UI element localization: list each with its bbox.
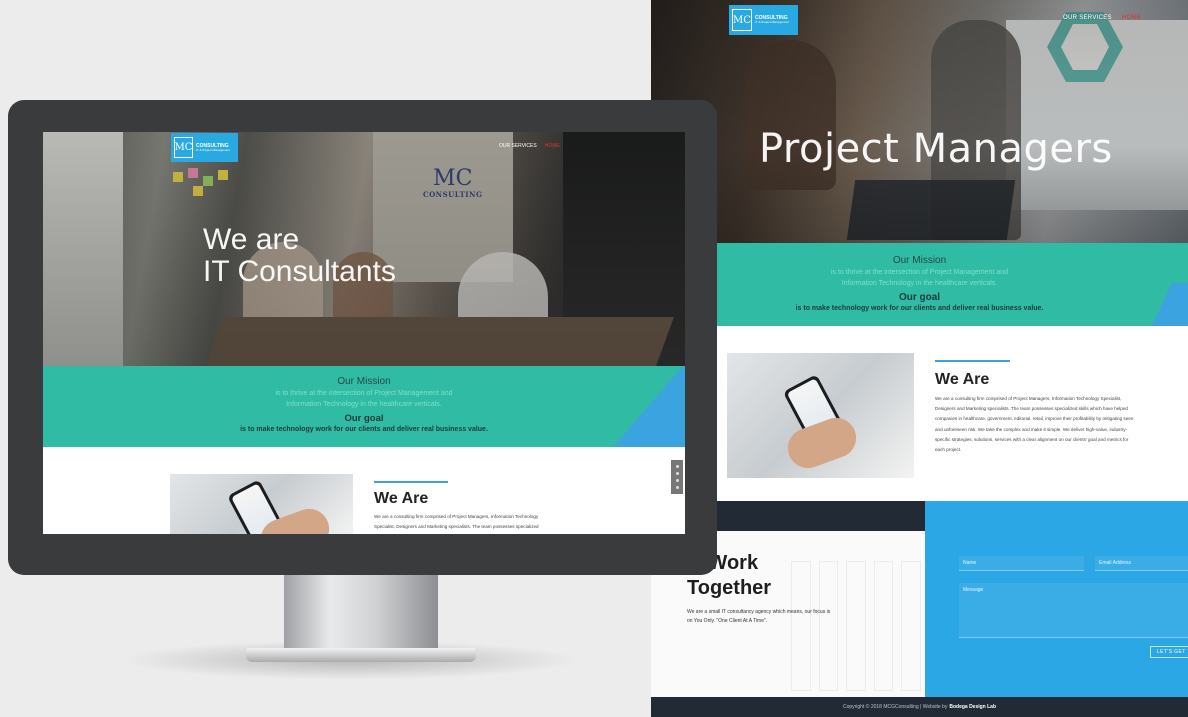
hero-title: We are IT Consultants (203, 224, 396, 288)
about-section: We Are We are a consulting firm comprise… (43, 447, 685, 534)
mission-text-line1: is to thrive at the intersection of Proj… (830, 269, 1009, 276)
about-heading: We Are (935, 371, 990, 388)
heading-accent-line (374, 481, 448, 483)
phone-photo (170, 474, 353, 534)
mission-section: Our Mission is to thrive at the intersec… (43, 366, 685, 447)
logo-tagline: IT & Project Management (196, 147, 230, 152)
goal-text: is to make technology work for our clien… (795, 305, 1044, 312)
brand-logo[interactable]: MC CONSULTING IT & Project Management (729, 5, 798, 35)
message-field[interactable]: Message (959, 583, 1188, 638)
website-full-page: MC CONSULTING IT & Project Management OU… (651, 0, 1188, 717)
mission-text-line1: is to thrive at the intersection of Proj… (275, 390, 453, 397)
contact-text: We are a small IT consultancy agency whi… (687, 609, 831, 624)
footer-credit-link[interactable]: Bodega Design Lab (949, 704, 996, 710)
submit-button[interactable]: LET'S GET T (1150, 646, 1188, 658)
logo-mark: MC (732, 9, 752, 31)
monitor-screen: MC CONSULTING MC CONSULTING IT & Project… (43, 132, 685, 534)
footer: Copyright © 2018 MCGConsulting | Website… (651, 697, 1188, 717)
brand-logo[interactable]: MC CONSULTING IT & Project Management (171, 133, 238, 162)
dot-icon[interactable] (675, 472, 679, 475)
about-body: We are a consulting firm comprised of Pr… (374, 514, 539, 529)
nav-our-services[interactable]: OUR SERVICES (499, 143, 537, 149)
hand-image (782, 412, 862, 474)
logo-mark: MC (174, 137, 193, 158)
slide-dots-nav[interactable] (671, 460, 683, 494)
screen-hero-banner: MC CONSULTING MC CONSULTING IT & Project… (43, 132, 685, 366)
wall-logo-name: CONSULTING (423, 190, 483, 199)
monitor-frame: MC CONSULTING MC CONSULTING IT & Project… (8, 100, 717, 575)
about-section: We Are We are a consulting firm comprise… (651, 326, 1188, 501)
mission-text-line2: Information Technology in the healthcare… (841, 280, 998, 287)
top-nav: OUR SERVICES HOME (499, 143, 560, 149)
contact-heading-line2: Together (687, 577, 772, 599)
goal-heading: Our goal (344, 413, 384, 424)
dot-icon[interactable] (675, 486, 679, 489)
about-heading: We Are (374, 490, 429, 507)
heading-accent-line (935, 360, 1010, 362)
footer-text: Copyright © 2018 MCGConsulting | Website… (842, 704, 948, 710)
hero-banner: MC CONSULTING IT & Project Management OU… (651, 0, 1188, 243)
goal-text: is to make technology work for our clien… (240, 426, 488, 433)
dot-icon[interactable] (675, 479, 679, 482)
name-field[interactable]: Name (959, 556, 1084, 571)
hero-title-line2: IT Consultants (203, 255, 396, 288)
about-body: We are a consulting firm comprised of Pr… (935, 396, 1134, 453)
background-pattern (791, 561, 921, 691)
mission-heading: Our Mission (892, 255, 947, 266)
mission-text-line2: Information Technology in the healthcare… (286, 401, 442, 408)
goal-heading: Our goal (898, 292, 941, 303)
email-field[interactable]: Email Address (1095, 556, 1188, 571)
contact-form: Name Email Address Message LET'S GET T (925, 501, 1188, 697)
nav-home[interactable]: HOME (1122, 15, 1141, 21)
nav-home[interactable]: HOME (545, 143, 560, 149)
contact-section: 's Work Together We are a small IT consu… (651, 501, 1188, 697)
wall-logo: MC CONSULTING (423, 166, 483, 200)
phone-photo (727, 353, 914, 478)
monitor-stand (284, 575, 438, 651)
hero-title: Project Managers (759, 126, 1113, 172)
hero-title-line1: We are (203, 223, 300, 256)
dot-icon[interactable] (675, 465, 679, 468)
mission-section: Our Mission is to thrive at the intersec… (651, 243, 1188, 326)
nav-our-services[interactable]: OUR SERVICES (1063, 15, 1112, 21)
monitor-base (246, 648, 476, 662)
logo-tagline: IT & Project Management (755, 20, 789, 24)
top-nav: OUR SERVICES HOME (1063, 15, 1141, 21)
mission-heading: Our Mission (337, 376, 391, 387)
wall-logo-mark: MC (433, 166, 473, 191)
